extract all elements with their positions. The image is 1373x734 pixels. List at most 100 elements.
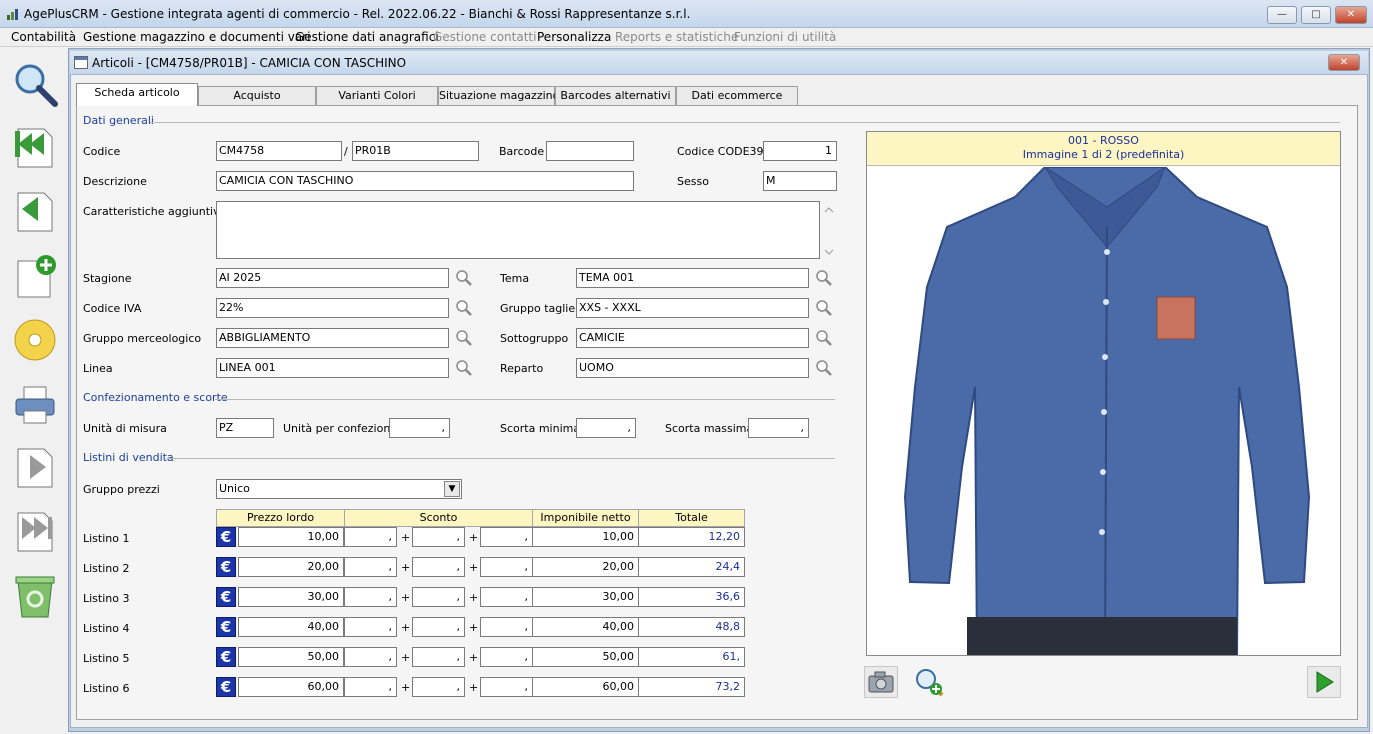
- merceologico-lookup-button[interactable]: [453, 327, 475, 349]
- scorta-minima-field[interactable]: ,: [576, 418, 636, 438]
- delete-button[interactable]: [10, 571, 60, 621]
- prezzo-lordo-field[interactable]: 30,00: [238, 587, 344, 607]
- taglie-lookup-button[interactable]: [813, 297, 835, 319]
- previous-button[interactable]: [10, 187, 60, 237]
- stagione-field[interactable]: AI 2025: [216, 268, 449, 288]
- menu-reports[interactable]: Reports e statistiche: [615, 30, 738, 44]
- codice-field[interactable]: CM4758: [216, 141, 342, 161]
- sconto-1-field[interactable]: ,: [344, 587, 397, 607]
- window-close-button[interactable]: ✕: [1328, 54, 1360, 71]
- header-imponibile-netto: Imponibile netto: [532, 509, 639, 527]
- currency-euro-icon[interactable]: €: [216, 677, 236, 697]
- linea-field[interactable]: LINEA 001: [216, 358, 449, 378]
- new-record-icon: [17, 255, 56, 298]
- prezzo-lordo-field[interactable]: 40,00: [238, 617, 344, 637]
- iva-field[interactable]: 22%: [216, 298, 449, 318]
- print-button[interactable]: [10, 379, 60, 429]
- barcode-field[interactable]: [546, 141, 634, 161]
- sconto-1-field[interactable]: ,: [344, 527, 397, 547]
- sconto-3-field[interactable]: ,: [480, 527, 533, 547]
- prezzo-lordo-field[interactable]: 20,00: [238, 557, 344, 577]
- sconto-2-field[interactable]: ,: [412, 557, 465, 577]
- prezzo-lordo-field[interactable]: 60,00: [238, 677, 344, 697]
- menu-magazzino[interactable]: Gestione magazzino e documenti vari: [83, 30, 310, 44]
- save-button[interactable]: [10, 315, 60, 365]
- reparto-lookup-button[interactable]: [813, 357, 835, 379]
- menu-contabilita[interactable]: Contabilità: [11, 30, 76, 44]
- imponibile-netto-field[interactable]: 10,00: [532, 527, 639, 547]
- reparto-field[interactable]: UOMO: [576, 358, 809, 378]
- currency-euro-icon[interactable]: €: [216, 647, 236, 667]
- taglie-field[interactable]: XXS - XXXL: [576, 298, 809, 318]
- tab-varianti-colori[interactable]: Varianti Colori: [316, 86, 438, 105]
- search-button[interactable]: [10, 59, 60, 109]
- currency-euro-icon[interactable]: €: [216, 617, 236, 637]
- maximize-button[interactable]: □: [1301, 6, 1331, 24]
- sconto-3-field[interactable]: ,: [480, 557, 533, 577]
- sesso-field[interactable]: M: [763, 171, 837, 191]
- menu-utilita[interactable]: Funzioni di utilità: [734, 30, 836, 44]
- sottogruppo-field[interactable]: CAMICIE: [576, 328, 809, 348]
- tab-barcodes-alternativi[interactable]: Barcodes alternativi: [555, 86, 676, 105]
- magnifier-icon: [816, 330, 832, 346]
- currency-euro-icon[interactable]: €: [216, 557, 236, 577]
- menu-personalizza[interactable]: Personalizza: [537, 30, 611, 44]
- currency-euro-icon[interactable]: €: [216, 587, 236, 607]
- variante-field[interactable]: PR01B: [352, 141, 479, 161]
- descrizione-field[interactable]: CAMICIA CON TASCHINO: [216, 171, 634, 191]
- sconto-2-field[interactable]: ,: [412, 647, 465, 667]
- upc-field[interactable]: ,: [389, 418, 450, 438]
- menu-contatti[interactable]: Gestione contatti: [433, 30, 536, 44]
- sconto-3-field[interactable]: ,: [480, 677, 533, 697]
- tab-acquisto[interactable]: Acquisto: [198, 86, 316, 105]
- camera-button[interactable]: [864, 666, 898, 698]
- sconto-3-field[interactable]: ,: [480, 647, 533, 667]
- iva-lookup-button[interactable]: [453, 297, 475, 319]
- next-button[interactable]: [10, 443, 60, 493]
- next-image-button[interactable]: [1307, 666, 1341, 698]
- prezzo-lordo-field[interactable]: 50,00: [238, 647, 344, 667]
- sconto-3-field[interactable]: ,: [480, 587, 533, 607]
- close-button[interactable]: ✕: [1335, 6, 1367, 24]
- dropdown-arrow-icon[interactable]: ▼: [444, 481, 460, 497]
- product-shirt-image: [903, 167, 1311, 655]
- last-button[interactable]: [10, 507, 60, 557]
- tab-scheda-articolo[interactable]: Scheda articolo: [76, 83, 198, 106]
- merceologico-field[interactable]: ABBIGLIAMENTO: [216, 328, 449, 348]
- tema-field[interactable]: TEMA 001: [576, 268, 809, 288]
- tab-situazione-magazzino[interactable]: Situazione magazzino: [438, 86, 559, 105]
- sconto-1-field[interactable]: ,: [344, 647, 397, 667]
- first-button[interactable]: [10, 123, 60, 173]
- sconto-1-field[interactable]: ,: [344, 617, 397, 637]
- caratteristiche-textarea[interactable]: [216, 201, 820, 259]
- imponibile-netto-field[interactable]: 40,00: [532, 617, 639, 637]
- tab-dati-ecommerce[interactable]: Dati ecommerce: [676, 86, 798, 105]
- sconto-2-field[interactable]: ,: [412, 527, 465, 547]
- imponibile-netto-field[interactable]: 20,00: [532, 557, 639, 577]
- imponibile-netto-field[interactable]: 60,00: [532, 677, 639, 697]
- imponibile-netto-field[interactable]: 50,00: [532, 647, 639, 667]
- section-divider: [215, 399, 835, 400]
- minimize-button[interactable]: —: [1267, 6, 1297, 24]
- textarea-scrollbar[interactable]: [822, 203, 836, 259]
- zoom-image-button[interactable]: [912, 666, 946, 698]
- prezzo-lordo-field[interactable]: 10,00: [238, 527, 344, 547]
- stagione-lookup-button[interactable]: [453, 267, 475, 289]
- menu-anagrafici[interactable]: Gestione dati anagrafici: [295, 30, 439, 44]
- currency-euro-icon[interactable]: €: [216, 527, 236, 547]
- gruppo-prezzi-select[interactable]: Unico ▼: [216, 479, 462, 499]
- sconto-2-field[interactable]: ,: [412, 587, 465, 607]
- linea-lookup-button[interactable]: [453, 357, 475, 379]
- new-button[interactable]: [10, 251, 60, 301]
- um-field[interactable]: PZ: [216, 418, 274, 438]
- sconto-3-field[interactable]: ,: [480, 617, 533, 637]
- sconto-2-field[interactable]: ,: [412, 677, 465, 697]
- sconto-1-field[interactable]: ,: [344, 677, 397, 697]
- imponibile-netto-field[interactable]: 30,00: [532, 587, 639, 607]
- scorta-massima-field[interactable]: ,: [748, 418, 809, 438]
- sconto-1-field[interactable]: ,: [344, 557, 397, 577]
- sottogruppo-lookup-button[interactable]: [813, 327, 835, 349]
- sconto-2-field[interactable]: ,: [412, 617, 465, 637]
- tema-lookup-button[interactable]: [813, 267, 835, 289]
- code39-field[interactable]: 1: [763, 141, 837, 161]
